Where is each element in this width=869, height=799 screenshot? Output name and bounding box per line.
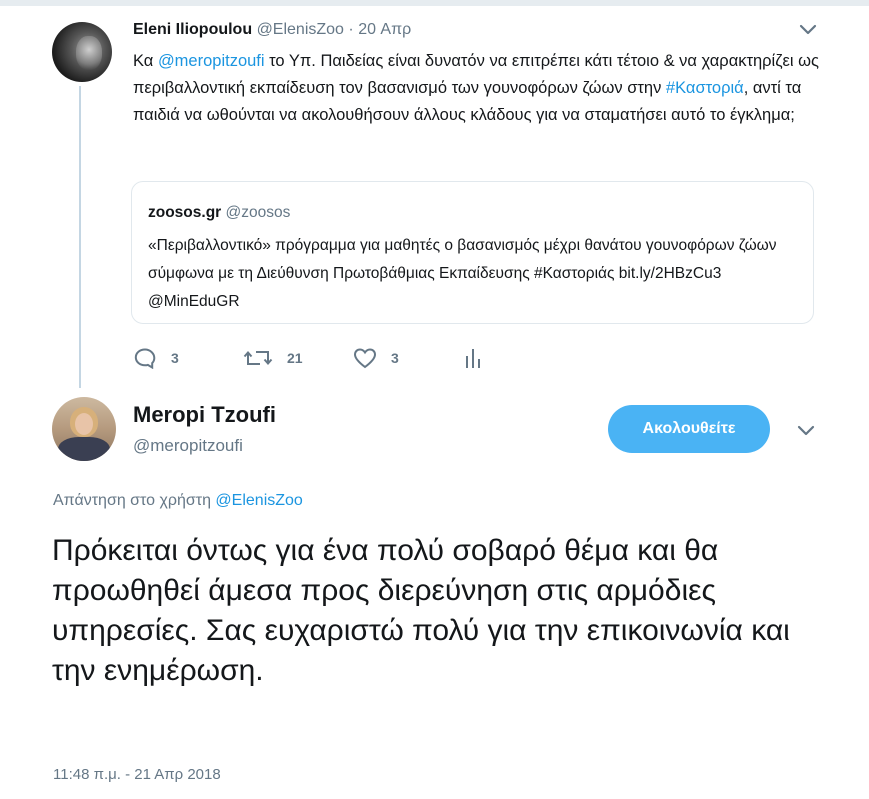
tweet1-author-handle[interactable]: @ElenisZoo [257,21,344,38]
chevron-down-icon[interactable] [795,423,817,439]
tweet1-text: Κα @meropitzoufi το Υπ. Παιδείας είναι δ… [133,48,823,129]
quoted-tweet-text: «Περιβαλλοντικό» πρόγραμμα για μαθητές ο… [148,237,777,310]
like-count: 3 [391,350,399,366]
replying-to-label: Απάντηση στο χρήστη [53,492,216,509]
tweet1-header: Eleni Iliopoulou @ElenisZoo · 20 Απρ [133,21,411,39]
retweet-count: 21 [287,350,303,366]
hashtag-link[interactable]: #Καστοριά [666,79,744,97]
analytics-button[interactable] [463,343,483,373]
tweet2-author-handle[interactable]: @meropitzoufi [133,436,243,456]
quoted-tweet-header: zoosos.gr @zoosos [148,204,290,222]
mention-link[interactable]: @meropitzoufi [158,52,265,70]
reply-button[interactable]: 3 [133,343,179,373]
tweet2-timestamp[interactable]: 11:48 π.μ. - 21 Απρ 2018 [53,766,221,783]
analytics-icon [466,349,480,368]
tweet1-text-part1: Κα [133,52,158,70]
quoted-tweet-card[interactable]: zoosos.gr @zoosos «Περιβαλλοντικό» πρόγρ… [131,181,814,324]
chevron-down-icon[interactable] [797,22,819,38]
top-divider [0,0,869,6]
tweet1-separator: · [348,21,354,38]
reply-count: 3 [171,350,179,366]
retweet-icon [243,350,273,366]
avatar-eleni[interactable] [52,22,112,82]
replying-to-handle[interactable]: @ElenisZoo [215,492,302,509]
following-button[interactable]: Ακολουθείτε [608,405,770,453]
avatar-meropi[interactable] [52,397,116,461]
tweet1-author-name[interactable]: Eleni Iliopoulou [133,21,252,38]
tweet2-author-name[interactable]: Meropi Tzoufi [133,402,276,428]
tweet2-text: Πρόκειται όντως για ένα πολύ σοβαρό θέμα… [52,534,790,687]
tweet1-date[interactable]: 20 Απρ [358,21,411,38]
replying-to-line: Απάντηση στο χρήστη @ElenisZoo [53,492,303,510]
quoted-author-name: zoosos.gr [148,204,222,221]
retweet-button[interactable]: 21 [243,343,303,373]
reply-icon [134,348,156,369]
quoted-author-handle: @zoosos [225,204,291,221]
like-button[interactable]: 3 [353,343,399,373]
thread-line [79,86,81,388]
like-icon [353,348,377,369]
tweet1-actions: 3 21 3 [133,343,533,373]
